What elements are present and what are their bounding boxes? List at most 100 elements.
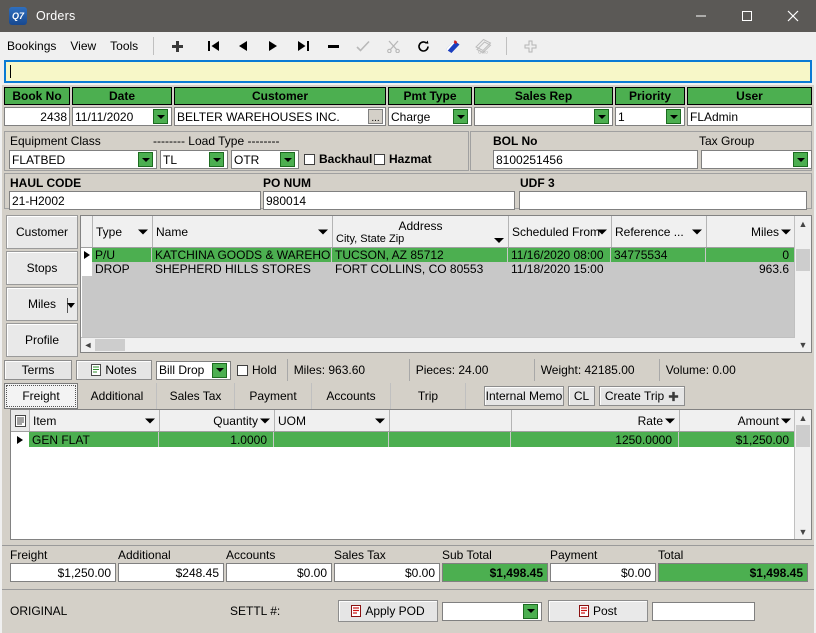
chevron-down-icon[interactable]	[523, 604, 538, 619]
close-icon[interactable]	[770, 0, 816, 32]
column-header-blank[interactable]	[390, 410, 512, 431]
hazmat-checkbox[interactable]: Hazmat	[374, 152, 432, 166]
column-header-address[interactable]: Address City, State Zip	[333, 216, 509, 247]
chevron-down-icon[interactable]	[209, 152, 224, 167]
refresh-icon[interactable]	[412, 35, 434, 57]
stops-horizontal-scrollbar[interactable]: ◄	[81, 337, 795, 352]
tab-sales-tax[interactable]: Sales Tax	[157, 383, 235, 409]
sidebar-item-stops[interactable]: Stops	[6, 251, 78, 285]
sort-arrow-icon[interactable]	[138, 229, 148, 234]
column-header-miles[interactable]: Miles	[707, 216, 795, 247]
book-no-input[interactable]: 2438	[4, 107, 70, 126]
sort-arrow-icon[interactable]	[781, 418, 791, 423]
column-header-item[interactable]: Item	[30, 410, 160, 431]
chevron-down-icon[interactable]	[793, 152, 808, 167]
ellipsis-lookup-icon[interactable]: ...	[368, 109, 383, 124]
sort-arrow-icon[interactable]	[145, 418, 155, 423]
scroll-up-icon[interactable]: ▲	[795, 410, 811, 425]
table-row[interactable]: P/U KATCHINA GOODS & WAREHOUSES TUCSON, …	[81, 248, 811, 262]
scroll-up-icon[interactable]: ▲	[795, 216, 811, 231]
scroll-thumb[interactable]	[796, 425, 810, 447]
sort-arrow-icon[interactable]	[260, 418, 270, 423]
sidebar-item-customer[interactable]: Customer	[6, 215, 78, 249]
bol-no-input[interactable]: 8100251456	[493, 150, 698, 169]
menu-view[interactable]: View	[63, 36, 103, 56]
create-trip-button[interactable]: Create Trip	[599, 386, 685, 406]
column-header-scheduled-from[interactable]: Scheduled From	[509, 216, 612, 247]
sidebar-item-profile[interactable]: Profile	[6, 323, 78, 357]
table-row[interactable]: DROP SHEPHERD HILLS STORES FORT COLLINS,…	[81, 262, 811, 276]
total-value[interactable]: $0.00	[334, 563, 440, 582]
apply-pod-button[interactable]: Apply POD	[338, 600, 438, 622]
tax-group-select[interactable]	[701, 150, 812, 169]
scroll-thumb[interactable]	[796, 249, 810, 271]
column-header-name[interactable]: Name	[153, 216, 333, 247]
quick-search-input[interactable]	[4, 60, 812, 83]
checkbox-box[interactable]	[374, 154, 385, 165]
grid-menu-icon[interactable]	[11, 410, 30, 431]
total-value[interactable]: $0.00	[226, 563, 332, 582]
items-vertical-scrollbar[interactable]: ▲ ▼	[794, 410, 811, 539]
backhaul-checkbox[interactable]: Backhaul	[304, 152, 372, 166]
checkbox-box[interactable]	[237, 365, 248, 376]
book-bookmark-icon[interactable]	[442, 35, 464, 57]
tab-trip[interactable]: Trip	[391, 383, 466, 409]
tab-accounts[interactable]: Accounts	[312, 383, 391, 409]
chevron-down-icon[interactable]	[153, 109, 168, 124]
total-value[interactable]: $1,498.45	[442, 563, 548, 582]
sidebar-item-miles[interactable]: Miles	[6, 287, 78, 321]
stops-vertical-scrollbar[interactable]: ▲ ▼	[794, 216, 811, 352]
sales-rep-select[interactable]	[474, 107, 613, 126]
maximize-icon[interactable]	[724, 0, 770, 32]
sort-arrow-icon[interactable]	[375, 418, 385, 423]
sort-arrow-icon[interactable]	[494, 238, 504, 243]
tab-payment[interactable]: Payment	[235, 383, 312, 409]
sort-arrow-icon[interactable]	[781, 229, 791, 234]
hold-checkbox[interactable]: Hold	[237, 363, 277, 377]
date-input[interactable]: 11/11/2020	[72, 107, 172, 126]
add-record-icon[interactable]	[166, 35, 188, 57]
po-num-input[interactable]: 980014	[263, 191, 515, 210]
chevron-down-icon[interactable]	[280, 152, 295, 167]
chevron-down-icon[interactable]	[666, 109, 681, 124]
scroll-thumb[interactable]	[95, 339, 125, 351]
customer-input[interactable]: BELTER WAREHOUSES INC. ...	[174, 107, 386, 126]
sort-arrow-icon[interactable]	[318, 229, 328, 234]
sort-arrow-icon[interactable]	[692, 229, 702, 234]
scroll-left-icon[interactable]: ◄	[81, 338, 95, 352]
user-input[interactable]: FLAdmin	[687, 107, 812, 126]
column-header-uom[interactable]: UOM	[275, 410, 390, 431]
checkbox-box[interactable]	[304, 154, 315, 165]
equipment-class-select[interactable]: FLATBED	[9, 150, 157, 169]
post-value-input[interactable]	[652, 602, 755, 621]
column-header-type[interactable]: Type	[93, 216, 153, 247]
bill-drop-select[interactable]: Bill Drop	[156, 361, 231, 380]
minimize-icon[interactable]	[678, 0, 724, 32]
settl-select[interactable]	[442, 602, 542, 621]
tab-additional[interactable]: Additional	[78, 383, 157, 409]
load-type-2-select[interactable]: OTR	[231, 150, 299, 169]
udf3-input[interactable]	[519, 191, 807, 210]
column-header-reference[interactable]: Reference ...	[612, 216, 707, 247]
chevron-down-icon[interactable]	[212, 363, 227, 378]
last-record-icon[interactable]	[292, 35, 314, 57]
delete-record-icon[interactable]	[322, 35, 344, 57]
next-record-icon[interactable]	[262, 35, 284, 57]
total-value[interactable]: $1,250.00	[10, 563, 116, 582]
scroll-down-icon[interactable]: ▼	[795, 524, 811, 539]
total-value[interactable]: $1,498.45	[658, 563, 808, 582]
tab-freight[interactable]: Freight	[4, 383, 78, 409]
pmt-type-select[interactable]: Charge	[388, 107, 472, 126]
scroll-down-icon[interactable]: ▼	[795, 337, 811, 352]
haul-code-input[interactable]: 21-H2002	[9, 191, 261, 210]
post-button[interactable]: Post	[548, 600, 648, 622]
notes-button[interactable]: Notes	[76, 360, 152, 380]
chevron-down-icon[interactable]	[67, 303, 75, 308]
menu-bookings[interactable]: Bookings	[0, 36, 63, 56]
chevron-down-icon[interactable]	[594, 109, 609, 124]
chevron-down-icon[interactable]	[138, 152, 153, 167]
column-header-amount[interactable]: Amount	[680, 410, 795, 431]
menu-tools[interactable]: Tools	[103, 36, 145, 56]
cl-button[interactable]: CL	[568, 386, 595, 406]
terms-button[interactable]: Terms	[4, 360, 72, 380]
